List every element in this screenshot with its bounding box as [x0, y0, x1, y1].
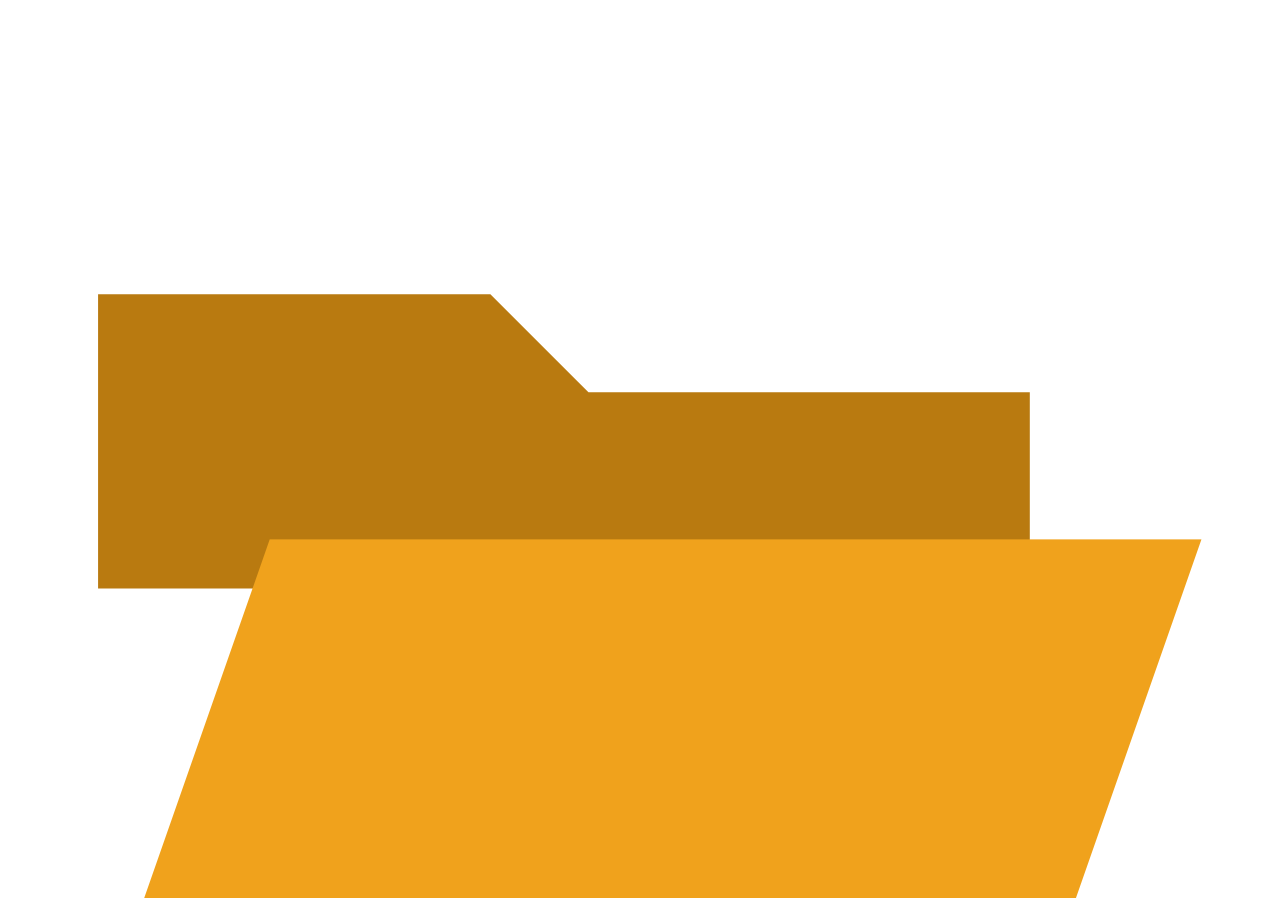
desktop: Control Panel ✖ Network Style Select MCD… [0, 0, 1275, 898]
main-toolbar [0, 0, 1275, 898]
